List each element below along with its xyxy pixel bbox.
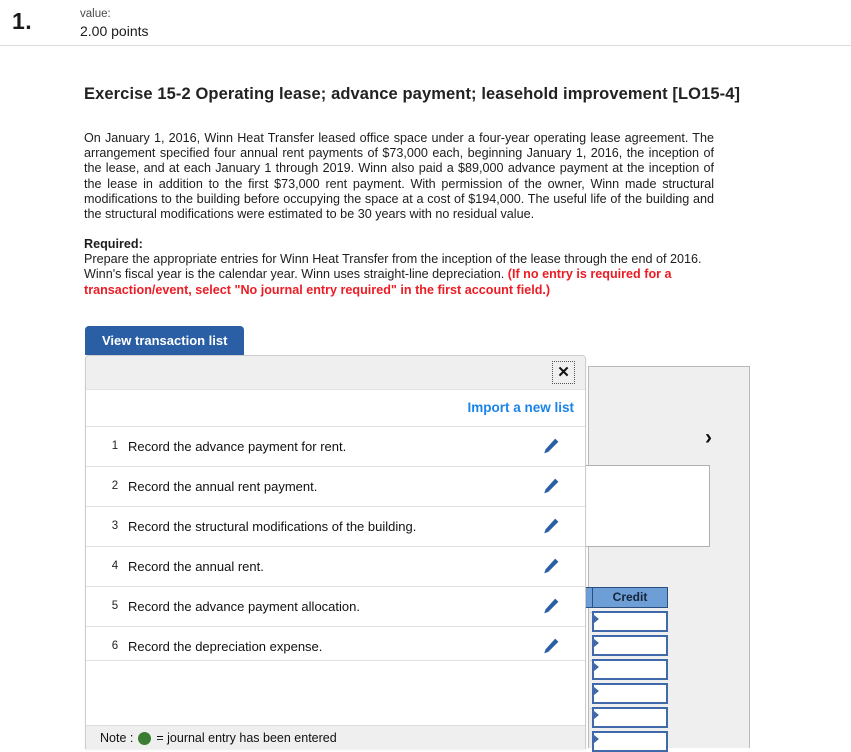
points-value: 2.00 points (80, 23, 149, 39)
edit-pencil-icon[interactable] (542, 597, 560, 615)
credit-input-cell[interactable] (592, 635, 668, 656)
transaction-index: 6 (111, 640, 119, 652)
transaction-index: 2 (111, 480, 119, 492)
transaction-index: 4 (111, 560, 119, 572)
transaction-label: Record the advance payment allocation. (128, 599, 360, 614)
overlay-header-bar: ✕ (86, 356, 585, 390)
edit-pencil-icon[interactable] (542, 517, 560, 535)
question-header-bar: 1. value: 2.00 points (0, 0, 851, 46)
scenario-paragraph: On January 1, 2016, Winn Heat Transfer l… (84, 131, 714, 222)
list-item[interactable]: 3 Record the structural modifications of… (86, 506, 585, 546)
credit-input-cell[interactable] (592, 659, 668, 680)
transaction-list-empty-area (86, 660, 585, 726)
transaction-list: 1 Record the advance payment for rent. 2… (86, 426, 585, 666)
question-number: 1. (12, 8, 33, 34)
edit-pencil-icon[interactable] (542, 477, 560, 495)
value-label: value: (80, 8, 111, 20)
list-item[interactable]: 1 Record the advance payment for rent. (86, 426, 585, 466)
edit-pencil-icon[interactable] (542, 637, 560, 655)
required-label: Required: (84, 237, 143, 251)
close-icon[interactable]: ✕ (552, 361, 575, 384)
transaction-label: Record the annual rent payment. (128, 479, 318, 494)
credit-input-cell[interactable] (592, 683, 668, 704)
note-prefix: Note : (100, 731, 134, 745)
exercise-title: Exercise 15-2 Operating lease; advance p… (84, 85, 741, 103)
transaction-index: 1 (111, 440, 119, 452)
import-new-list-link[interactable]: Import a new list (467, 400, 574, 415)
transaction-label: Record the annual rent. (128, 559, 264, 574)
transaction-list-overlay: ✕ Import a new list 1 Record the advance… (85, 355, 586, 749)
edit-pencil-icon[interactable] (542, 437, 560, 455)
credit-column-header: Credit (592, 587, 668, 608)
credit-input-cell[interactable] (592, 611, 668, 632)
transaction-label: Record the depreciation expense. (128, 639, 323, 654)
transaction-index: 3 (111, 520, 119, 532)
green-status-dot-icon (138, 731, 152, 745)
note-text: = journal entry has been entered (156, 731, 337, 745)
edit-pencil-icon[interactable] (542, 557, 560, 575)
list-item[interactable]: 4 Record the annual rent. (86, 546, 585, 586)
transaction-label: Record the advance payment for rent. (128, 439, 347, 454)
transaction-index: 5 (111, 600, 119, 612)
credit-column: Credit (592, 587, 668, 752)
note-content: Note : = journal entry has been entered (100, 731, 337, 745)
transaction-label: Record the structural modifications of t… (128, 519, 417, 534)
next-chevron-icon[interactable]: › (705, 427, 712, 448)
transaction-list-note-bar: Note : = journal entry has been entered (86, 725, 585, 749)
credit-input-cell[interactable] (592, 707, 668, 728)
list-item[interactable]: 2 Record the annual rent payment. (86, 466, 585, 506)
list-item[interactable]: 5 Record the advance payment allocation. (86, 586, 585, 626)
view-transaction-list-tab[interactable]: View transaction list (85, 326, 245, 355)
required-block: Required: Prepare the appropriate entrie… (84, 237, 714, 298)
required-text: Prepare the appropriate entries for Winn… (84, 252, 701, 296)
